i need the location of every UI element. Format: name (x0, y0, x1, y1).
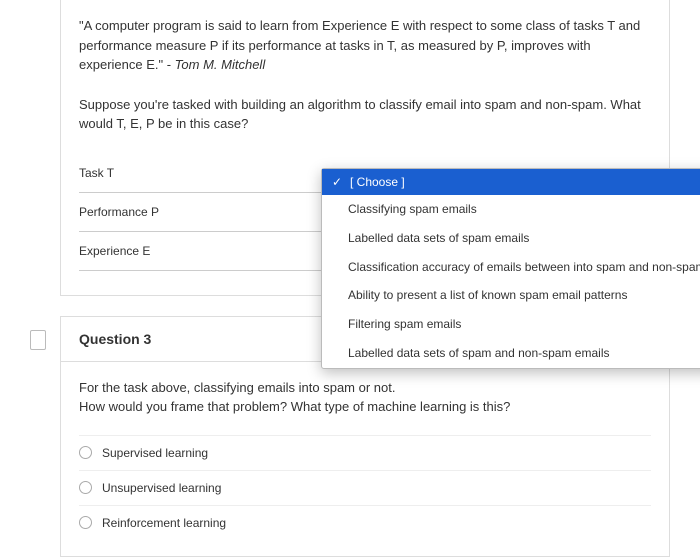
row-label-p: Performance P (79, 205, 299, 219)
quote-author: Tom M. Mitchell (175, 57, 266, 72)
dropdown-option[interactable]: Filtering spam emails (322, 310, 700, 339)
dropdown-selected-text: [ Choose ] (350, 175, 405, 189)
dropdown-selected[interactable]: ✓ [ Choose ] (322, 169, 700, 195)
quote-block: "A computer program is said to learn fro… (79, 16, 651, 75)
radio-icon (79, 481, 92, 494)
radio-option[interactable]: Unsupervised learning (79, 470, 651, 505)
question-bookmark-icon[interactable] (30, 330, 46, 350)
prompt-line-2: How would you frame that problem? What t… (79, 399, 510, 414)
dropdown-option[interactable]: Ability to present a list of known spam … (322, 281, 700, 310)
question-title: Question 3 (79, 331, 151, 347)
row-label-t: Task T (79, 166, 299, 180)
check-icon: ✓ (332, 175, 344, 189)
quote-text: "A computer program is said to learn fro… (79, 18, 640, 72)
option-label: Reinforcement learning (102, 516, 226, 530)
radio-option[interactable]: Reinforcement learning (79, 505, 651, 540)
radio-option[interactable]: Supervised learning (79, 435, 651, 470)
question-2-card: "A computer program is said to learn fro… (60, 0, 670, 296)
dropdown-option[interactable]: Labelled data sets of spam and non-spam … (322, 339, 700, 368)
answer-dropdown[interactable]: ✓ [ Choose ] Classifying spam emails Lab… (321, 168, 700, 369)
prompt-line-1: For the task above, classifying emails i… (79, 380, 395, 395)
option-label: Supervised learning (102, 446, 208, 460)
option-label: Unsupervised learning (102, 481, 221, 495)
dropdown-option[interactable]: Classifying spam emails (322, 195, 700, 224)
dropdown-option[interactable]: Classification accuracy of emails betwee… (322, 253, 700, 282)
row-label-e: Experience E (79, 244, 299, 258)
dropdown-option[interactable]: Labelled data sets of spam emails (322, 224, 700, 253)
question-3-prompt: For the task above, classifying emails i… (79, 378, 651, 417)
question-prompt: Suppose you're tasked with building an a… (79, 95, 651, 134)
radio-icon (79, 446, 92, 459)
radio-icon (79, 516, 92, 529)
